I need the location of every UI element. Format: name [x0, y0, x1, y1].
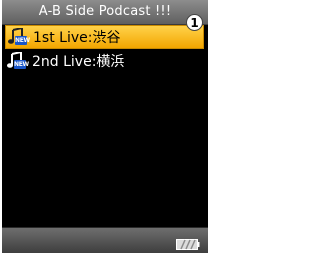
- list-item-label: 2nd Live:横浜: [32, 54, 125, 70]
- device-screen: A-B Side Podcast !!! NEW 1st Live:渋谷 NEW…: [2, 0, 208, 253]
- music-note-icon: NEW: [6, 52, 30, 70]
- list-item[interactable]: NEW 1st Live:渋谷: [5, 25, 204, 49]
- list-item[interactable]: NEW 2nd Live:横浜: [2, 49, 208, 73]
- list-item-label: 1st Live:渋谷: [33, 30, 121, 46]
- battery-icon: [176, 235, 200, 250]
- new-badge: NEW: [15, 36, 30, 45]
- music-note-icon: NEW: [7, 28, 31, 46]
- callout-number: 1: [186, 14, 203, 31]
- episode-list: NEW 1st Live:渋谷 NEW 2nd Live:横浜: [2, 25, 208, 73]
- status-bar: [2, 227, 208, 253]
- page-title: A-B Side Podcast !!!: [2, 0, 208, 25]
- new-badge: NEW: [14, 60, 29, 69]
